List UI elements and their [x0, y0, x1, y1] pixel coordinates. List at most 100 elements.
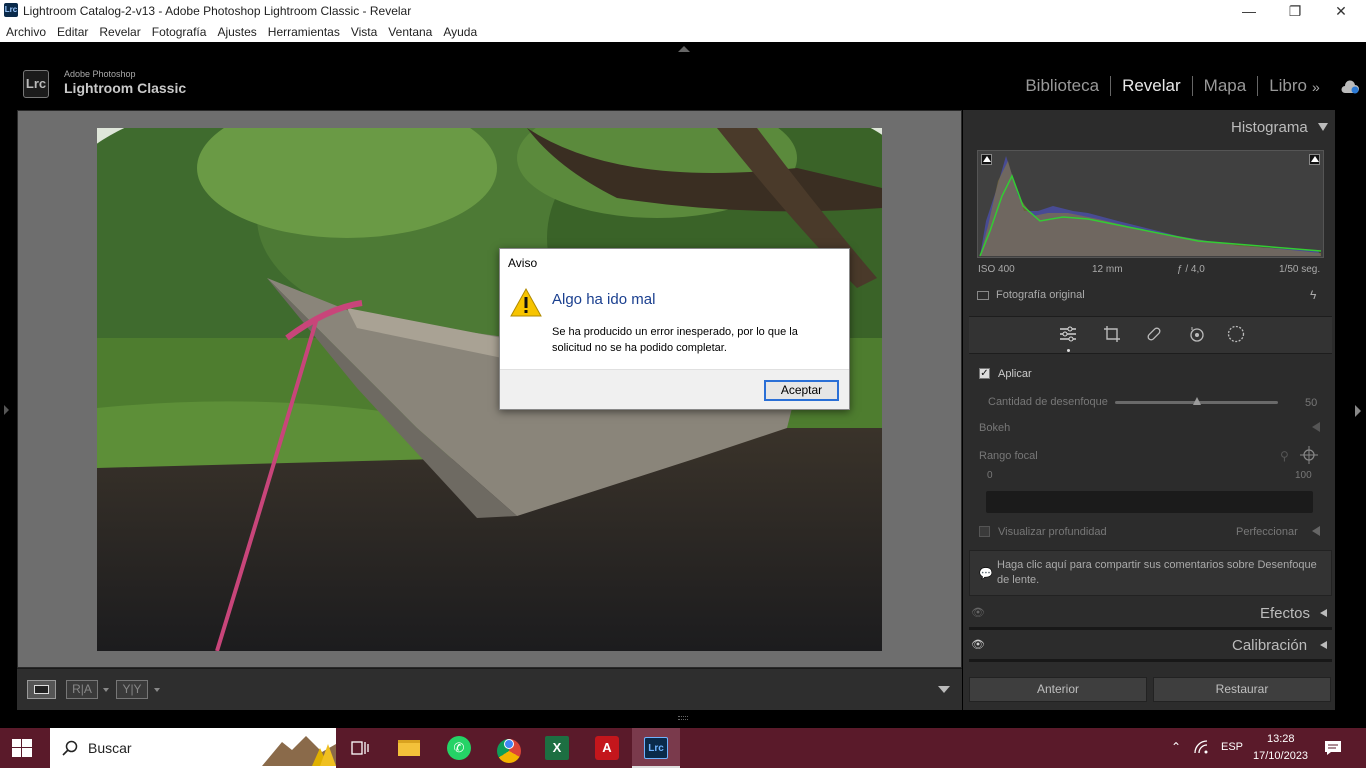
- eye-icon[interactable]: 👁: [971, 606, 985, 619]
- module-libro[interactable]: Libro: [1258, 76, 1318, 96]
- chrome-icon[interactable]: [493, 732, 525, 764]
- menu-ayuda[interactable]: Ayuda: [437, 22, 482, 42]
- person-icon[interactable]: ⚲: [1280, 449, 1289, 463]
- clock-time[interactable]: 13:28: [1267, 733, 1295, 745]
- menu-fotografia[interactable]: Fotografía: [146, 22, 212, 42]
- calibration-expand-icon[interactable]: [1320, 641, 1327, 649]
- focus-target-icon[interactable]: [1300, 446, 1318, 464]
- module-biblioteca[interactable]: Biblioteca: [1014, 76, 1110, 96]
- focal-range-bar[interactable]: [986, 491, 1313, 513]
- iso-value: ISO 400: [978, 264, 1015, 275]
- clock-date[interactable]: 17/10/2023: [1253, 750, 1308, 762]
- bokeh-label: Bokeh: [979, 422, 1011, 434]
- warning-icon: [510, 287, 542, 317]
- original-photo-checkbox[interactable]: [977, 291, 989, 300]
- lrc-logo: Lrc: [23, 70, 49, 98]
- toolbar-menu-chevron-icon[interactable]: [938, 686, 950, 693]
- warning-dialog: Aviso Algo ha ido mal Se ha producido un…: [499, 248, 850, 410]
- loupe-view-button[interactable]: [27, 680, 56, 699]
- menu-ventana[interactable]: Ventana: [382, 22, 437, 42]
- language-indicator[interactable]: ESP: [1221, 741, 1243, 753]
- focal-range-label: Rango focal: [979, 450, 1038, 462]
- window-title-bar: Lrc Lightroom Catalog-2-v13 - Adobe Phot…: [0, 0, 1366, 22]
- taskbar-search-box[interactable]: Buscar: [50, 728, 336, 768]
- brand-line2: Lightroom Classic: [64, 80, 187, 96]
- eye-icon[interactable]: 👁: [971, 638, 985, 651]
- menu-revelar[interactable]: Revelar: [93, 22, 145, 42]
- menu-editar[interactable]: Editar: [51, 22, 93, 42]
- smart-preview-lightning-icon: ϟ: [1310, 288, 1317, 302]
- histogram-graph: [979, 156, 1322, 257]
- collapse-triangle-icon[interactable]: [1318, 123, 1328, 131]
- previous-button[interactable]: Anterior: [969, 677, 1147, 702]
- range-max: 100: [1295, 470, 1312, 481]
- calibration-title[interactable]: Calibración: [1232, 637, 1307, 654]
- focal-length-value: 12 mm: [1092, 264, 1123, 275]
- original-photo-label: Fotografía original: [996, 289, 1085, 301]
- tray-chevron-up-icon[interactable]: ⌃: [1171, 740, 1181, 754]
- highlight-clipping-icon[interactable]: [1309, 154, 1320, 165]
- menu-herramientas[interactable]: Herramientas: [262, 22, 345, 42]
- feedback-text[interactable]: Haga clic aquí para compartir sus coment…: [997, 558, 1327, 588]
- minimize-button[interactable]: —: [1226, 0, 1272, 22]
- visualize-depth-label: Visualizar profundidad: [998, 526, 1107, 538]
- blur-amount-label: Cantidad de desenfoque: [988, 396, 1108, 408]
- masking-icon[interactable]: [1227, 325, 1245, 343]
- file-explorer-icon[interactable]: [394, 732, 426, 764]
- active-tool-indicator: [1067, 349, 1070, 352]
- menu-ajustes[interactable]: Ajustes: [211, 22, 261, 42]
- notifications-icon[interactable]: [1324, 740, 1342, 756]
- acrobat-icon[interactable]: A: [591, 732, 623, 764]
- collapse-top-panel-icon[interactable]: [678, 46, 690, 52]
- module-picker: Biblioteca Revelar Mapa Libro: [1014, 76, 1318, 96]
- menu-archivo[interactable]: Archivo: [0, 22, 51, 42]
- search-placeholder: Buscar: [88, 740, 132, 756]
- search-highlight-image: [262, 736, 336, 766]
- dialog-message: Se ha producido un error inesperado, por…: [552, 326, 798, 354]
- restore-button[interactable]: ❐: [1272, 0, 1318, 22]
- histogram-chart[interactable]: [977, 150, 1324, 258]
- red-eye-icon[interactable]: [1188, 325, 1206, 343]
- chevron-down-icon[interactable]: [103, 688, 109, 692]
- bokeh-expand-icon[interactable]: [1312, 422, 1320, 432]
- network-icon[interactable]: [1194, 740, 1210, 754]
- right-panel-toggle-icon[interactable]: [1355, 405, 1361, 417]
- windows-start-icon[interactable]: [12, 739, 32, 757]
- lightroom-taskbar-icon[interactable]: Lrc: [640, 732, 672, 764]
- apply-checkbox[interactable]: ✓: [979, 368, 990, 379]
- edit-sliders-icon[interactable]: [1059, 325, 1077, 343]
- close-window-button[interactable]: ✕: [1318, 0, 1364, 22]
- effects-expand-icon[interactable]: [1320, 609, 1327, 617]
- more-modules-icon[interactable]: »: [1312, 79, 1320, 95]
- effects-title[interactable]: Efectos: [1260, 605, 1310, 622]
- chevron-down-icon[interactable]: [154, 688, 160, 692]
- shutter-value: 1/50 seg.: [1279, 264, 1321, 275]
- lightroom-app-icon: Lrc: [4, 3, 18, 17]
- blur-amount-thumb[interactable]: [1193, 397, 1201, 405]
- left-panel-toggle-icon[interactable]: [4, 405, 9, 415]
- aperture-value: ƒ / 4,0: [1177, 264, 1205, 275]
- crop-icon[interactable]: [1103, 325, 1121, 343]
- shadow-clipping-icon[interactable]: [981, 154, 992, 165]
- before-after-yy-button[interactable]: Y|Y: [116, 680, 148, 699]
- module-revelar[interactable]: Revelar: [1111, 76, 1192, 96]
- visualize-depth-checkbox[interactable]: [979, 526, 990, 537]
- accept-button[interactable]: Aceptar: [764, 380, 839, 401]
- excel-icon[interactable]: X: [541, 732, 573, 764]
- menu-bar: Archivo Editar Revelar Fotografía Ajuste…: [0, 22, 1366, 42]
- whatsapp-icon[interactable]: ✆: [443, 732, 475, 764]
- refine-label[interactable]: Perfeccionar: [1236, 526, 1298, 538]
- apply-label: Aplicar: [998, 368, 1032, 380]
- healing-bandage-icon[interactable]: [1145, 325, 1163, 343]
- module-mapa[interactable]: Mapa: [1193, 76, 1258, 96]
- window-title: Lightroom Catalog-2-v13 - Adobe Photosho…: [23, 4, 412, 18]
- cloud-sync-icon[interactable]: [1340, 80, 1360, 94]
- filmstrip-handle[interactable]: [678, 716, 688, 720]
- before-after-ra-button[interactable]: R|A: [66, 680, 98, 699]
- reset-button[interactable]: Restaurar: [1153, 677, 1331, 702]
- refine-expand-icon[interactable]: [1312, 526, 1320, 536]
- menu-vista[interactable]: Vista: [345, 22, 382, 42]
- task-view-icon[interactable]: [350, 738, 370, 758]
- dialog-heading: Algo ha ido mal: [552, 291, 656, 308]
- comment-icon: 💬: [979, 568, 993, 580]
